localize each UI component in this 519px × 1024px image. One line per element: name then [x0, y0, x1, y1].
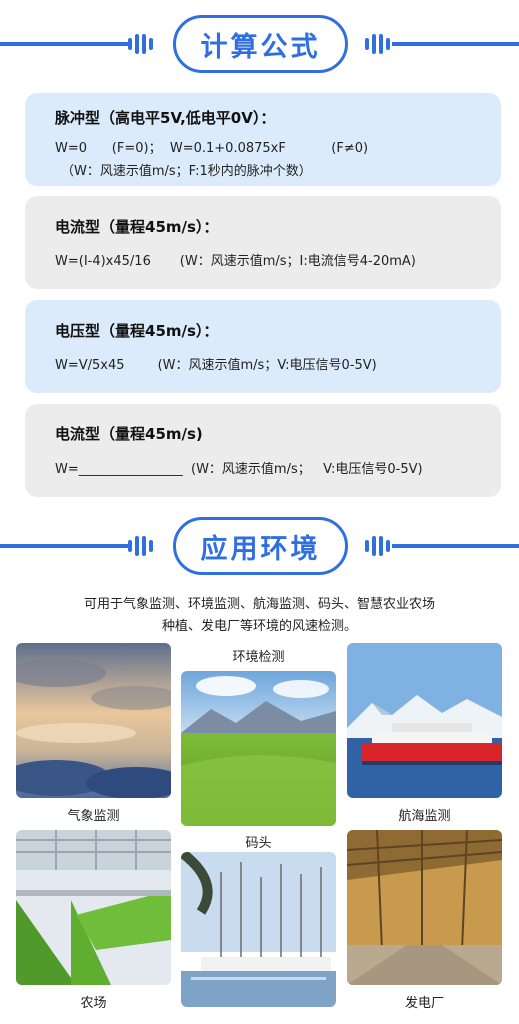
caption-environment: 环境检测 — [232, 650, 285, 665]
intro-line-1: 可用于气象监测、环境监测、航海监测、码头、智慧农业农场 — [83, 597, 435, 612]
formula-card-pulse: 脉冲型（高电平5V,低电平0V）： W=0 (F=0)； W=0.1+0.087… — [25, 93, 501, 186]
header-bars-left — [128, 34, 153, 54]
section-title: 计算公式 — [173, 15, 348, 73]
formula-line: W=(I-4)x45/16 (W：风速示值m/s；I:电流信号4-20mA) — [55, 254, 416, 269]
section-header-environment: 应用环境 — [0, 517, 519, 577]
environment-photo — [181, 671, 336, 826]
caption-weather: 气象监测 — [67, 809, 120, 824]
caption-dock: 码头 — [245, 836, 272, 851]
formula-line: W=________________ (W：风速示值m/s； V:电压信号0-5… — [55, 462, 423, 477]
dock-photo — [181, 852, 336, 1007]
header-bars-right — [365, 34, 390, 54]
formula-line: W=V/5x45 (W：风速示值m/s；V:电压信号0-5V) — [55, 358, 377, 373]
farm-photo — [16, 830, 171, 985]
formula-title: 电流型（量程45m/s) — [55, 425, 203, 443]
caption-power-plant: 发电厂 — [404, 996, 444, 1011]
section-title: 应用环境 — [173, 517, 348, 575]
section-header-formulas: 计算公式 — [0, 15, 519, 75]
header-bars-right — [365, 536, 390, 556]
formula-title: 电流型（量程45m/s）： — [55, 218, 219, 236]
intro-line-2: 种植、发电厂等环境的风速检测。 — [161, 619, 357, 634]
weather-photo — [16, 643, 171, 798]
formula-line: W=0 (F=0)； W=0.1+0.0875xF (F≠0) — [55, 141, 369, 156]
formula-card-voltage: 电压型（量程45m/s）： W=V/5x45 (W：风速示值m/s；V:电压信号… — [25, 300, 501, 393]
header-line-left — [0, 544, 128, 548]
formula-title: 脉冲型（高电平5V,低电平0V）： — [55, 109, 276, 127]
caption-farm: 农场 — [80, 996, 107, 1011]
header-line-left — [0, 42, 128, 46]
formula-line: （W：风速示值m/s；F:1秒内的脉冲个数） — [61, 164, 312, 179]
marine-photo — [347, 643, 502, 798]
header-line-right — [392, 544, 519, 548]
formula-title: 电压型（量程45m/s）： — [55, 322, 219, 340]
power-plant-photo — [347, 830, 502, 985]
intro-text: 可用于气象监测、环境监测、航海监测、码头、智慧农业农场 种植、发电厂等环境的风速… — [0, 594, 519, 638]
caption-marine: 航海监测 — [398, 809, 451, 824]
header-line-right — [392, 42, 519, 46]
header-bars-left — [128, 536, 153, 556]
formula-card-current: 电流型（量程45m/s）： W=(I-4)x45/16 (W：风速示值m/s；I… — [25, 196, 501, 289]
formula-card-current-blank: 电流型（量程45m/s) W=________________ (W：风速示值m… — [25, 404, 501, 497]
